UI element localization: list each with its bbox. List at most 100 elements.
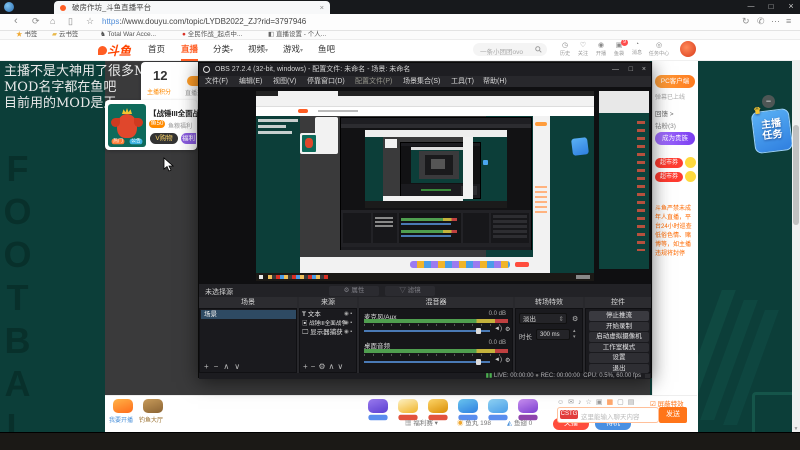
window-minimize-button[interactable]: — bbox=[742, 0, 760, 13]
url-text[interactable]: https://www.douyu.com/topic/LYDB2022_ZJ?… bbox=[102, 14, 306, 30]
source-text[interactable]: T 文本 bbox=[302, 310, 321, 319]
transition-select[interactable]: 淡出 ⇕ bbox=[519, 313, 567, 324]
nav-home[interactable]: 首页 bbox=[148, 39, 165, 59]
nav-category[interactable]: 分类▾ bbox=[213, 39, 233, 61]
slider-handle[interactable] bbox=[476, 359, 481, 365]
settings-button[interactable]: 设置 bbox=[589, 353, 649, 363]
mixer-dock-header[interactable]: 混音器 bbox=[359, 297, 513, 308]
welfare-button[interactable]: 福利 bbox=[181, 133, 196, 144]
activity-icon-1[interactable] bbox=[368, 399, 388, 413]
header-icon-follow[interactable]: ♡ 关注 bbox=[574, 41, 592, 58]
activity-icon-2[interactable] bbox=[398, 399, 418, 413]
menu-icon[interactable]: ≡ bbox=[786, 14, 791, 29]
duration-input[interactable]: 300 ms bbox=[536, 329, 570, 340]
source-game[interactable]: ▣ 战锤III全面战争 bbox=[302, 320, 347, 328]
start-recording-button[interactable]: 开始录制 bbox=[589, 321, 649, 331]
page-scrollbar[interactable]: ▲ ▼ bbox=[792, 39, 800, 432]
coupon-row-1[interactable]: 超市券 bbox=[655, 158, 683, 168]
chat-input-box[interactable]: CSTG 这里能输入聊天内容 bbox=[557, 407, 659, 423]
studio-mode-button[interactable]: 工作室模式 bbox=[589, 342, 649, 352]
mixer-ch2-slider[interactable] bbox=[364, 359, 490, 365]
scrollbar-thumb[interactable] bbox=[793, 125, 799, 225]
douyu-logo[interactable]: 斗鱼 bbox=[98, 42, 131, 59]
header-icon-tasks[interactable]: ◎ 任务中心 bbox=[646, 41, 672, 58]
mixer-ch2-mute-icon[interactable]: ◄) bbox=[494, 357, 502, 363]
menu-docks[interactable]: 停靠窗口(D) bbox=[307, 76, 345, 87]
reader-icon[interactable]: ▯ bbox=[68, 14, 73, 29]
refresh-icon[interactable]: ⟳ bbox=[32, 14, 40, 29]
user-avatar[interactable] bbox=[680, 41, 696, 57]
slider-handle[interactable] bbox=[476, 328, 481, 334]
source-display[interactable]: 🖵 显示器捕获 bbox=[302, 328, 343, 337]
start-broadcast-icon[interactable] bbox=[113, 399, 133, 413]
vshop-button[interactable]: V购物 bbox=[150, 133, 178, 144]
zuanfen-label[interactable]: 钻粉(3) bbox=[655, 120, 676, 130]
exit-button[interactable]: 退出 bbox=[589, 363, 649, 373]
search-input[interactable]: 一条小团团ovo bbox=[473, 43, 547, 56]
resize-grip[interactable] bbox=[645, 374, 650, 378]
activity-icon-5[interactable] bbox=[488, 399, 508, 413]
scenes-dock-header[interactable]: 场景 bbox=[199, 297, 297, 308]
nav-yuba[interactable]: 鱼吧 bbox=[318, 39, 335, 59]
bookmark-star-icon[interactable]: ☆ bbox=[86, 14, 94, 29]
phone-icon[interactable]: ✆ bbox=[757, 14, 765, 29]
menu-view[interactable]: 视图(V) bbox=[273, 76, 296, 87]
nav-game[interactable]: 游戏▾ bbox=[283, 39, 303, 61]
obs-preview-area[interactable] bbox=[199, 87, 651, 284]
activity-icon-3[interactable] bbox=[428, 399, 448, 413]
emoji-icon[interactable]: ☺ bbox=[557, 399, 568, 406]
activity-icon-4[interactable] bbox=[458, 399, 478, 413]
mixer-ch2-gear-icon[interactable]: ⚙ bbox=[505, 357, 510, 364]
scene-item-selected[interactable]: 场景 bbox=[201, 310, 296, 319]
bookmark-item-3[interactable]: ♞ Total War Acce... bbox=[100, 31, 156, 39]
panel-icon-1[interactable]: ▣ bbox=[596, 399, 607, 406]
transition-gear-icon[interactable]: ⚙ bbox=[572, 315, 578, 323]
menu-help[interactable]: 帮助(H) bbox=[483, 76, 507, 87]
sync-icon[interactable]: ↻ bbox=[742, 14, 750, 29]
sources-toolbar[interactable]: +−⚙∧∨ bbox=[303, 361, 346, 373]
panel-icon-3[interactable]: ▢ bbox=[617, 399, 628, 406]
activity-icon-6[interactable] bbox=[518, 399, 538, 413]
mixer-ch1-mute-icon[interactable]: ◄) bbox=[494, 326, 502, 332]
more-icon[interactable]: ⋯ bbox=[771, 14, 780, 29]
bookmark-item-4[interactable]: ● 全民作战_起点中... bbox=[182, 31, 242, 39]
header-icon-message[interactable]: ◔ 消息 bbox=[628, 41, 646, 57]
duration-spinner[interactable]: ▴ ▾ bbox=[573, 328, 576, 340]
obs-close-button[interactable]: × bbox=[642, 63, 646, 76]
filters-button[interactable]: ▽ 滤镜 bbox=[385, 286, 435, 296]
menu-tools[interactable]: 工具(T) bbox=[451, 76, 474, 87]
window-maximize-button[interactable]: □ bbox=[762, 0, 780, 13]
stop-streaming-button[interactable]: 停止推流 bbox=[589, 311, 649, 321]
tab-close-icon[interactable]: × bbox=[320, 1, 324, 14]
send-button[interactable]: 发送 bbox=[659, 407, 687, 423]
obs-maximize-button[interactable]: □ bbox=[629, 63, 633, 76]
menu-file[interactable]: 文件(F) bbox=[205, 76, 228, 87]
header-icon-broadcast[interactable]: ◉ 开播 bbox=[592, 41, 610, 58]
star-icon[interactable]: ☆ bbox=[586, 399, 596, 406]
active-tab[interactable]: 破房作坊_斗鱼直播平台 × bbox=[54, 1, 330, 14]
scenes-toolbar[interactable]: +−∧∨ bbox=[204, 361, 245, 373]
obs-window[interactable]: OBS 27.2.4 (32-bit, windows) - 配置文件: 未命名… bbox=[198, 62, 652, 379]
source-eye-lock-column[interactable]: ◉ ▪ ◉ ▪ ◉ ▪ bbox=[344, 310, 352, 337]
music-icon[interactable]: ♪ bbox=[578, 399, 586, 406]
controls-dock-header[interactable]: 控件 bbox=[585, 297, 651, 308]
header-icon-bag[interactable]: ▣ 鱼袋 9 bbox=[610, 39, 628, 58]
obs-minimize-button[interactable]: — bbox=[612, 63, 619, 76]
nav-video[interactable]: 视频▾ bbox=[248, 39, 268, 61]
fishing-hall-icon[interactable] bbox=[143, 399, 163, 413]
task-badge-minimize-button[interactable]: − bbox=[762, 95, 775, 108]
transitions-dock-header[interactable]: 转场特效 bbox=[515, 297, 583, 308]
mail-icon[interactable]: ✉ bbox=[568, 399, 578, 406]
coupon-row-2[interactable]: 超市券 bbox=[655, 172, 683, 182]
streamer-task-badge[interactable]: ♛ 主播 任务 bbox=[750, 105, 794, 155]
properties-button[interactable]: ⚙ 属性 bbox=[329, 286, 379, 296]
menu-profile[interactable]: 配置文件(P) bbox=[355, 76, 392, 87]
bookmark-item-5[interactable]: ◧ 直播设置 - 个人... bbox=[268, 31, 326, 39]
home-icon[interactable]: ⌂ bbox=[50, 14, 55, 29]
panel-icon-2-active[interactable]: ▦ bbox=[606, 399, 617, 406]
noble-button[interactable]: 成为贵族 bbox=[655, 132, 695, 145]
sources-dock-header[interactable]: 来源 bbox=[299, 297, 357, 308]
menu-scene-collection[interactable]: 场景集合(S) bbox=[403, 76, 440, 87]
header-icon-history[interactable]: ◷ 历史 bbox=[556, 41, 574, 58]
pc-client-button[interactable]: PC客户端 bbox=[655, 75, 695, 88]
